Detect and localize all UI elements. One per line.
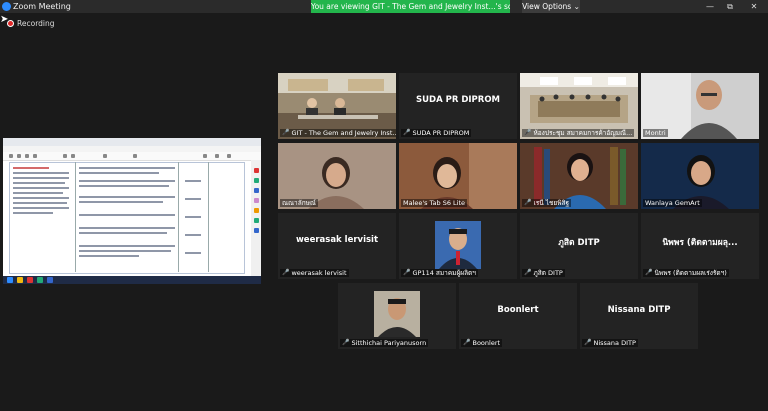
close-button[interactable]: ✕ <box>744 0 764 13</box>
screen-share-banner: You are viewing GIT - The Gem and Jewelr… <box>311 0 510 13</box>
participant-tile-nissana[interactable]: Nissana DITP 🎤 Nissana DITP <box>580 283 698 349</box>
shared-document <box>9 162 245 274</box>
shared-window-toolbar <box>3 152 261 161</box>
participant-label: 🎤 ห้องประชุม สมาคมการค้าอัญมณี... <box>522 129 635 137</box>
mic-muted-icon: 🎤 <box>584 339 592 346</box>
participant-photo <box>374 291 420 337</box>
maximize-button[interactable]: ⧉ <box>720 0 740 13</box>
participant-name: นิพพร (ติดตามผลุ... <box>662 238 738 248</box>
participant-label: 🎤 Boonlert <box>461 339 503 347</box>
mic-muted-icon: 🎤 <box>645 269 653 276</box>
participant-label: 🎤 Sitthichai Pariyanusorn <box>340 339 429 347</box>
participant-name: weerasak lervisit <box>295 235 379 245</box>
participant-photo <box>435 221 481 269</box>
participant-tile-montri[interactable]: Montri <box>641 73 759 139</box>
mic-muted-icon: 🎤 <box>524 199 532 206</box>
participant-label: 🎤 นิพพร (ติดตามผลเร่งรัดฯ) <box>643 269 729 277</box>
participant-label: 🎤 GP114 สมาคมผู้ผลิตฯ <box>401 269 478 277</box>
participant-name: Nissana DITP <box>607 305 671 315</box>
participant-name: SUDA PR DIPROM <box>415 95 501 105</box>
mic-muted-icon: 🎤 <box>342 339 350 346</box>
chevron-down-icon: ⌄ <box>573 2 580 11</box>
participant-label: 🎤 เรนี ไชยพิสิฐ <box>522 199 572 207</box>
participant-tile-malee[interactable]: Malee's Tab S6 Lite <box>399 143 517 209</box>
participant-tile-git[interactable]: 🎤 GIT - The Gem and Jewelry Inst... <box>278 73 396 139</box>
participant-tile-pusit[interactable]: ภูสิต DITP 🎤 ภูสิต DITP <box>520 213 638 279</box>
participant-label: 🎤 Nissana DITP <box>582 339 638 347</box>
participant-label: 🎤 GIT - The Gem and Jewelry Inst... <box>280 129 396 137</box>
participant-label: Wanlaya GemArt <box>643 199 702 207</box>
view-options-button[interactable]: View Options ⌄ <box>522 0 580 13</box>
participant-name: Boonlert <box>497 305 539 315</box>
mic-muted-icon: 🎤 <box>282 129 290 136</box>
participant-tile-suda[interactable]: SUDA PR DIPROM 🎤 SUDA PR DIPROM <box>399 73 517 139</box>
window-title: Zoom Meeting <box>13 2 71 11</box>
participant-label: 🎤 weerasak lervisit <box>280 269 349 277</box>
mic-muted-icon: 🎤 <box>403 269 411 276</box>
recording-indicator[interactable]: Recording <box>7 18 55 28</box>
zoom-app-icon <box>2 2 11 11</box>
participant-tile-thai1[interactable]: 🎤 เรนี ไชยพิสิฐ <box>520 143 638 209</box>
participant-label: Malee's Tab S6 Lite <box>401 199 468 207</box>
participant-tile-sitthichai[interactable]: 🎤 Sitthichai Pariyanusorn <box>338 283 456 349</box>
participant-name: ภูสิต DITP <box>558 238 600 248</box>
participant-tile-wanlaya[interactable]: Wanlaya GemArt <box>641 143 759 209</box>
participant-tile-nanak[interactable]: ณณาลักษณ์ <box>278 143 396 209</box>
mic-muted-icon: 🎤 <box>524 269 532 276</box>
shared-screen[interactable] <box>3 138 261 284</box>
mic-muted-icon: 🎤 <box>282 269 290 276</box>
participant-tile-boonlert[interactable]: Boonlert 🎤 Boonlert <box>459 283 577 349</box>
mic-muted-icon: 🎤 <box>463 339 471 346</box>
participant-tile-gp114[interactable]: 🎤 GP114 สมาคมผู้ผลิตฯ <box>399 213 517 279</box>
view-options-label: View Options <box>522 2 572 11</box>
minimize-button[interactable]: — <box>700 0 720 13</box>
participant-tile-niphon[interactable]: นิพพร (ติดตามผลุ... 🎤 นิพพร (ติดตามผลเร่… <box>641 213 759 279</box>
recording-label: Recording <box>17 18 55 28</box>
participant-tile-room[interactable]: 🎤 ห้องประชุม สมาคมการค้าอัญมณี... <box>520 73 638 139</box>
mic-muted-icon: 🎤 <box>403 129 411 136</box>
participant-label: Montri <box>643 129 668 137</box>
mic-muted-icon: 🎤 <box>524 129 532 136</box>
participant-label: ณณาลักษณ์ <box>280 199 318 207</box>
participant-label: 🎤 SUDA PR DIPROM <box>401 129 472 137</box>
shared-window-tabs <box>3 138 261 146</box>
participant-label: 🎤 ภูสิต DITP <box>522 269 565 277</box>
record-dot-icon <box>7 19 14 27</box>
participant-tile-weerasak[interactable]: weerasak lervisit 🎤 weerasak lervisit <box>278 213 396 279</box>
